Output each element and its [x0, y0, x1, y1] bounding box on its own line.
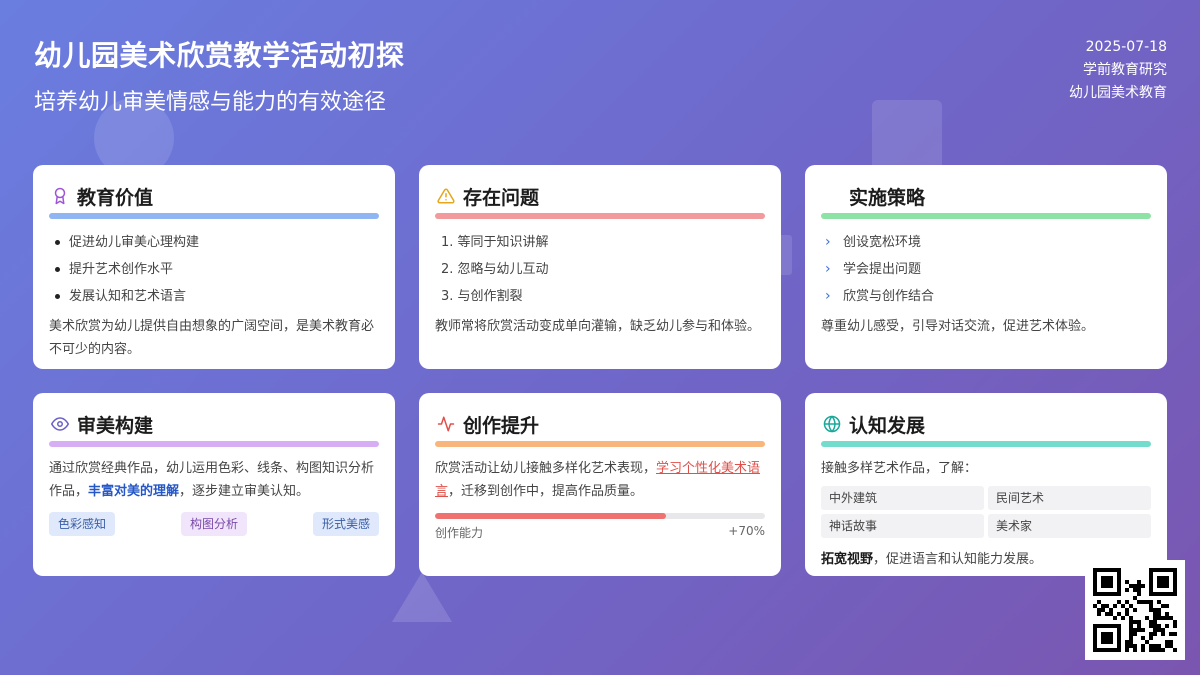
card-title: 实施策略	[849, 186, 926, 209]
problem-list: 1. 等同于知识讲解 2. 忽略与幼儿互动 3. 与创作割裂	[435, 229, 765, 310]
desc-text: 欣赏活动让幼儿接触多样化艺术表现，	[435, 461, 657, 476]
grid-item: 中外建筑	[821, 486, 984, 510]
chevron-right-icon: ›	[825, 261, 831, 277]
category-label: 学前教育研究	[1083, 62, 1167, 78]
tag-composition: 构图分析	[180, 512, 247, 536]
card-description: 欣赏活动让幼儿接触多样化艺术表现，学习个性化美术语言，迁移到创作中，提高作品质量…	[435, 457, 765, 503]
list-item-label: 学会提出问题	[843, 262, 922, 277]
topic-label: 幼儿园美术教育	[1069, 85, 1167, 101]
card-accent-bar	[49, 441, 379, 447]
eye-icon	[51, 417, 69, 431]
progress-label: 创作能力	[435, 526, 484, 540]
card-strategy: 实施策略 › 创设宽松环境 › 学会提出问题 › 欣赏与创作结合 尊重幼儿感受，引导对…	[805, 165, 1167, 369]
date-label: 2025-07-18	[1085, 39, 1167, 55]
qr-code-image	[1093, 568, 1177, 652]
grid-item: 神话故事	[821, 514, 984, 538]
list-item: 发展认知和艺术语言	[53, 283, 379, 310]
chevron-right-icon: ›	[825, 234, 831, 250]
tag-form-beauty: 形式美感	[312, 512, 379, 536]
list-item: 提升艺术创作水平	[53, 256, 379, 283]
chevron-right-icon: ›	[825, 288, 831, 304]
card-header: 创作提升	[435, 411, 765, 437]
value-list: 促进幼儿审美心理构建 提升艺术创作水平 发展认知和艺术语言	[49, 229, 379, 310]
header-meta: 2025-07-18 学前教育研究 幼儿园美术教育	[1069, 36, 1167, 105]
card-intro: 接触多样艺术作品，了解：	[821, 461, 978, 476]
card-title: 教育价值	[77, 186, 154, 209]
grid-item: 民间艺术	[988, 486, 1151, 510]
card-description: 尊重幼儿感受，引导对话交流，促进艺术体验。	[821, 319, 1095, 334]
card-title: 审美构建	[77, 414, 154, 437]
card-title: 存在问题	[463, 186, 540, 209]
card-description: 教师常将欣赏活动变成单向灌输，缺乏幼儿参与和体验。	[435, 319, 761, 334]
card-header: 审美构建	[49, 411, 379, 437]
card-header: 教育价值	[49, 183, 379, 209]
card-accent-bar	[435, 441, 765, 447]
card-cognition: 认知发展 接触多样艺术作品，了解： 中外建筑 民间艺术 神话故事 美术家 拓宽视…	[805, 393, 1167, 576]
desc-text: ，迁移到创作中，提高作品质量。	[448, 484, 644, 499]
card-title: 认知发展	[849, 414, 926, 437]
list-item: 1. 等同于知识讲解	[441, 235, 549, 250]
card-accent-bar	[49, 213, 379, 219]
card-description: 美术欣赏为幼儿提供自由想象的广阔空间，是美术教育必不可少的内容。	[49, 319, 375, 357]
card-description: 通过欣赏经典作品，幼儿运用色彩、线条、构图知识分析作品，丰富对美的理解，逐步建立…	[49, 457, 379, 503]
strategy-list: › 创设宽松环境 › 学会提出问题 › 欣赏与创作结合	[821, 229, 1151, 310]
card-accent-bar	[821, 213, 1151, 219]
card-accent-bar	[821, 441, 1151, 447]
progress-bar	[435, 513, 765, 519]
tag-row: 色彩感知 构图分析 形式美感	[49, 512, 379, 536]
globe-icon	[823, 415, 841, 433]
card-accent-bar	[435, 213, 765, 219]
progress-fill	[435, 513, 666, 519]
card-aesthetic: 审美构建 通过欣赏经典作品，幼儿运用色彩、线条、构图知识分析作品，丰富对美的理解…	[33, 393, 395, 576]
desc-highlight: 丰富对美的理解	[88, 484, 180, 499]
card-problems: 存在问题 1. 等同于知识讲解 2. 忽略与幼儿互动 3. 与创作割裂 教师常将…	[419, 165, 781, 369]
activity-icon	[437, 416, 455, 432]
header: 幼儿园美术欣赏教学活动初探 培养幼儿审美情感与能力的有效途径	[34, 34, 405, 116]
list-item: › 学会提出问题	[825, 256, 1151, 283]
note-bold: 拓宽视野	[821, 552, 874, 567]
qr-code[interactable]	[1085, 560, 1185, 660]
progress-labels: 创作能力 +70%	[435, 524, 765, 541]
topic-grid: 中外建筑 民间艺术 神话故事 美术家	[821, 486, 1151, 538]
desc-text: ，逐步建立审美认知。	[179, 484, 310, 499]
card-header: 认知发展	[821, 411, 1151, 437]
list-item: › 欣赏与创作结合	[825, 283, 1151, 310]
progress-value: +70%	[728, 524, 765, 538]
page-title: 幼儿园美术欣赏教学活动初探	[34, 39, 405, 72]
list-item: 2. 忽略与幼儿互动	[441, 262, 549, 277]
award-icon	[54, 187, 66, 205]
note-text: ，促进语言和认知能力发展。	[873, 552, 1043, 567]
card-header: 实施策略	[821, 183, 1151, 209]
page-subtitle: 培养幼儿审美情感与能力的有效途径	[34, 90, 387, 115]
list-item-label: 创设宽松环境	[843, 235, 922, 250]
list-item-label: 欣赏与创作结合	[843, 289, 935, 304]
list-item: 3. 与创作割裂	[441, 289, 523, 304]
card-title: 创作提升	[463, 414, 540, 437]
list-item: › 创设宽松环境	[825, 229, 1151, 256]
tag-color-perception: 色彩感知	[49, 512, 116, 536]
card-creation: 创作提升 欣赏活动让幼儿接触多样化艺术表现，学习个性化美术语言，迁移到创作中，提…	[419, 393, 781, 576]
list-item: 促进幼儿审美心理构建	[53, 229, 379, 256]
decor-square	[872, 100, 942, 170]
card-education-value: 教育价值 促进幼儿审美心理构建 提升艺术创作水平 发展认知和艺术语言 美术欣赏为…	[33, 165, 395, 369]
grid-item: 美术家	[988, 514, 1151, 538]
warning-icon	[437, 188, 455, 204]
card-header: 存在问题	[435, 183, 765, 209]
decor-triangle	[392, 572, 452, 622]
